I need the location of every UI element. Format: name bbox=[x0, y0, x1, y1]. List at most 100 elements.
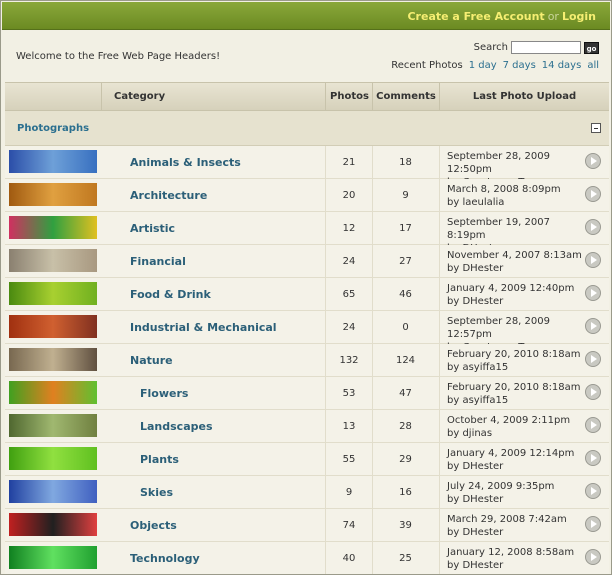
comments-count: 124 bbox=[395, 355, 416, 366]
category-name-link[interactable]: Skies bbox=[140, 476, 173, 509]
category-thumbnail[interactable] bbox=[9, 348, 97, 371]
column-divider bbox=[439, 179, 440, 212]
category-thumbnail[interactable] bbox=[9, 315, 97, 338]
category-thumbnail[interactable] bbox=[9, 447, 97, 470]
table-row: Nature 132 124 February 20, 2010 8:18am by a… bbox=[5, 344, 609, 377]
photos-header[interactable]: Photos bbox=[325, 83, 373, 111]
category-rows: Animals & Insects 21 18 September 28, 2009 … bbox=[5, 146, 609, 574]
go-arrow-icon[interactable] bbox=[585, 384, 601, 400]
photos-count: 74 bbox=[342, 520, 356, 531]
table-header: Category Photos Comments Last Photo Uplo… bbox=[5, 82, 609, 111]
column-divider bbox=[439, 443, 440, 476]
last-upload-author[interactable]: by DHester bbox=[447, 460, 582, 473]
welcome-text: Welcome to the Free Web Page Headers! bbox=[16, 51, 221, 62]
go-arrow-icon[interactable] bbox=[585, 219, 601, 235]
login-link[interactable]: Login bbox=[562, 10, 596, 23]
category-thumbnail[interactable] bbox=[9, 381, 97, 404]
category-name-link[interactable]: Objects bbox=[130, 509, 177, 542]
go-arrow-icon[interactable] bbox=[585, 318, 601, 334]
category-name-link[interactable]: Technology bbox=[130, 542, 200, 574]
recent-14-days-link[interactable]: 14 days bbox=[542, 60, 582, 71]
go-arrow-icon[interactable] bbox=[585, 351, 601, 367]
photos-count: 9 bbox=[345, 487, 353, 498]
table-row: Technology 40 25 January 12, 2008 8:58am by … bbox=[5, 542, 609, 574]
top-bar: Create a Free Account or Login bbox=[2, 2, 610, 30]
last-upload-date: October 4, 2009 2:11pm bbox=[447, 415, 571, 426]
collapse-icon[interactable] bbox=[591, 123, 601, 133]
table-row: Financial 24 27 November 4, 2007 8:13am by D… bbox=[5, 245, 609, 278]
category-header[interactable]: Category bbox=[101, 83, 326, 111]
last-upload-author[interactable]: by asyiffa15 bbox=[447, 394, 582, 407]
recent-photos: Recent Photos 1 day 7 days 14 days all bbox=[391, 60, 599, 71]
last-upload-date: January 12, 2008 8:58am bbox=[447, 547, 575, 558]
category-name-link[interactable]: Industrial & Mechanical bbox=[130, 311, 277, 344]
recent-7-days-link[interactable]: 7 days bbox=[503, 60, 536, 71]
category-name-link[interactable]: Landscapes bbox=[140, 410, 213, 443]
go-arrow-icon[interactable] bbox=[585, 252, 601, 268]
category-thumbnail[interactable] bbox=[9, 216, 97, 239]
comments-count: 27 bbox=[399, 256, 412, 267]
go-arrow-icon[interactable] bbox=[585, 516, 601, 532]
section-title[interactable]: Photographs bbox=[17, 123, 89, 134]
category-thumbnail[interactable] bbox=[9, 414, 97, 437]
go-arrow-icon[interactable] bbox=[585, 450, 601, 466]
last-upload-author[interactable]: by DHester bbox=[447, 493, 582, 506]
last-upload-author[interactable]: by asyiffa15 bbox=[447, 361, 582, 374]
category-name-link[interactable]: Artistic bbox=[130, 212, 175, 245]
category-thumbnail[interactable] bbox=[9, 513, 97, 536]
comments-count: 46 bbox=[399, 289, 412, 300]
go-arrow-icon[interactable] bbox=[585, 153, 601, 169]
category-name-link[interactable]: Nature bbox=[130, 344, 173, 377]
category-name-link[interactable]: Plants bbox=[140, 443, 179, 476]
category-thumbnail[interactable] bbox=[9, 249, 97, 272]
go-arrow-icon[interactable] bbox=[585, 549, 601, 565]
last-upload-author[interactable]: by DHester bbox=[447, 295, 582, 308]
category-name-link[interactable]: Architecture bbox=[130, 179, 207, 212]
comments-count: 47 bbox=[399, 388, 412, 399]
last-upload-date: March 8, 2008 8:09pm bbox=[447, 184, 561, 195]
table-row: Objects 74 39 March 29, 2008 7:42am by DHest… bbox=[5, 509, 609, 542]
last-upload-date: March 29, 2008 7:42am bbox=[447, 514, 567, 525]
category-thumbnail[interactable] bbox=[9, 282, 97, 305]
photos-count: 21 bbox=[342, 157, 356, 168]
table-row: Industrial & Mechanical 24 0 September 28, … bbox=[5, 311, 609, 353]
go-arrow-icon[interactable] bbox=[585, 417, 601, 433]
last-upload-date: January 4, 2009 12:14pm bbox=[447, 448, 575, 459]
recent-all-link[interactable]: all bbox=[587, 60, 599, 71]
recent-1-day-link[interactable]: 1 day bbox=[469, 60, 497, 71]
search-input[interactable] bbox=[511, 41, 581, 54]
last-upload-date: September 28, 2009 12:57pm bbox=[447, 316, 550, 340]
category-thumbnail[interactable] bbox=[9, 546, 97, 569]
comments-count: 29 bbox=[399, 454, 412, 465]
column-divider bbox=[439, 377, 440, 410]
last-upload-author[interactable]: by DHester bbox=[447, 526, 582, 539]
table-row: Artistic1217September 19, 2007 8:19pmby … bbox=[5, 212, 609, 254]
search-go-button[interactable]: go bbox=[584, 41, 599, 54]
last-upload-date: February 20, 2010 8:18am bbox=[447, 349, 581, 360]
category-name-link[interactable]: Flowers bbox=[140, 377, 188, 410]
last-upload-author[interactable]: by laeulalia bbox=[447, 196, 582, 209]
table-row: Landscapes 13 28 October 4, 2009 2:11pm by d… bbox=[5, 410, 609, 443]
category-name-link[interactable]: Food & Drink bbox=[130, 278, 211, 311]
last-upload-author[interactable]: by djinas bbox=[447, 427, 582, 440]
comments-header[interactable]: Comments bbox=[372, 83, 439, 111]
comments-count: 25 bbox=[399, 553, 412, 564]
last-upload-author[interactable]: by DHester bbox=[447, 262, 582, 275]
go-arrow-icon[interactable] bbox=[585, 483, 601, 499]
last-upload-header[interactable]: Last Photo Upload bbox=[439, 83, 609, 111]
table-row: Skies 9 16 July 24, 2009 9:35pm by DHester bbox=[5, 476, 609, 509]
page-frame: Create a Free Account or Login Welcome to … bbox=[0, 0, 612, 575]
go-arrow-icon[interactable] bbox=[585, 285, 601, 301]
create-account-link[interactable]: Create a Free Account bbox=[407, 10, 544, 23]
last-upload-author[interactable]: by DHester bbox=[447, 559, 582, 572]
category-name-link[interactable]: Animals & Insects bbox=[130, 146, 241, 179]
go-arrow-icon[interactable] bbox=[585, 186, 601, 202]
last-upload-date: September 28, 2009 12:50pm bbox=[447, 151, 550, 175]
category-thumbnail[interactable] bbox=[9, 480, 97, 503]
category-thumbnail[interactable] bbox=[9, 150, 97, 173]
category-thumbnail[interactable] bbox=[9, 183, 97, 206]
column-divider bbox=[439, 146, 440, 179]
column-divider bbox=[439, 509, 440, 542]
category-name-link[interactable]: Financial bbox=[130, 245, 186, 278]
comments-count: 39 bbox=[399, 520, 412, 531]
